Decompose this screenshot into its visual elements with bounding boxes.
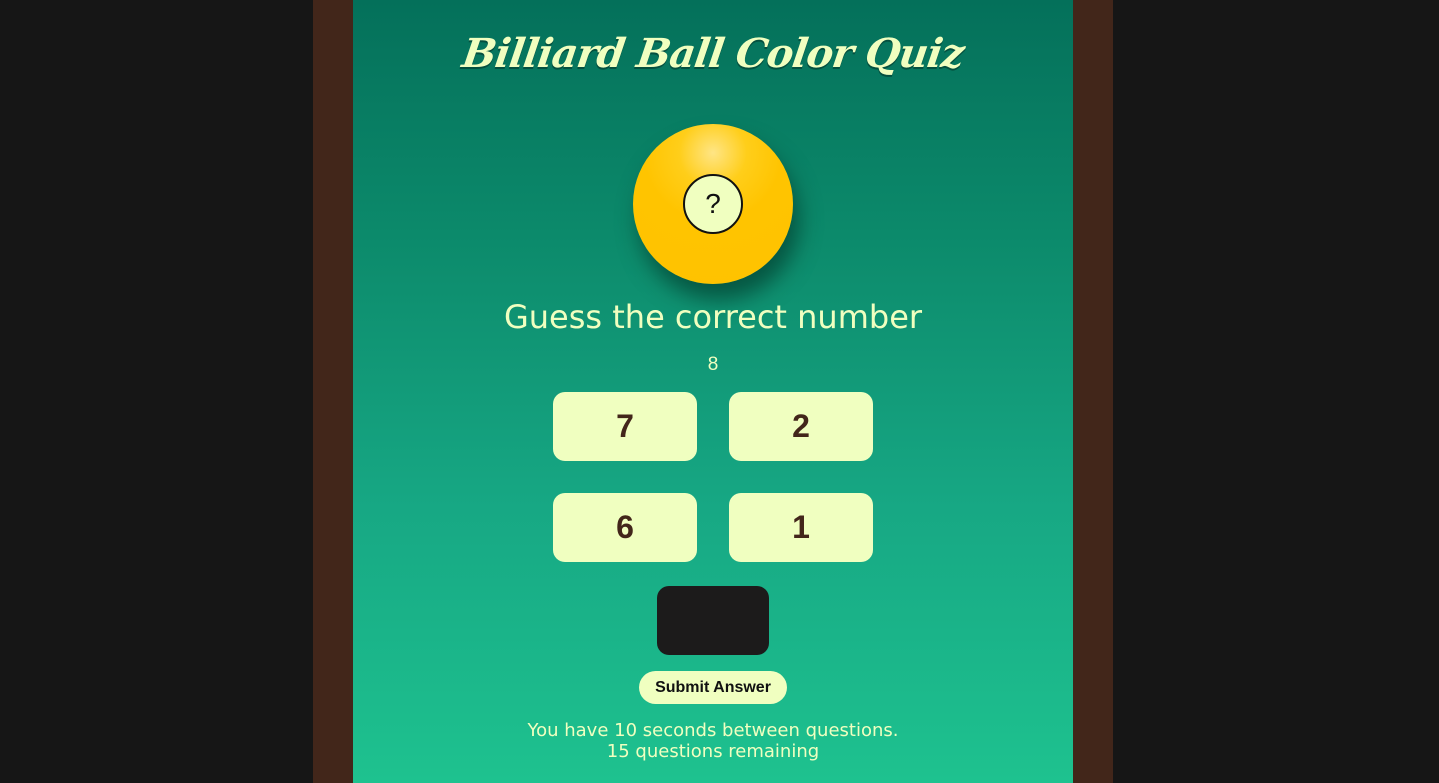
- choice-button-2[interactable]: 2: [729, 392, 873, 461]
- answer-box[interactable]: [657, 586, 769, 655]
- submit-answer-button[interactable]: Submit Answer: [639, 671, 787, 704]
- question-prompt: Guess the correct number: [503, 298, 923, 336]
- timer-text: You have 10 seconds between questions.: [527, 720, 899, 741]
- table-frame: Billiard Ball Color Quiz ? Guess the cor…: [313, 0, 1113, 783]
- choice-button-4[interactable]: 1: [729, 493, 873, 562]
- displayed-value: 8: [707, 354, 719, 375]
- quiz-title: Billiard Ball Color Quiz: [459, 30, 967, 77]
- remaining-text: 15 questions remaining: [606, 741, 820, 762]
- choice-button-3[interactable]: 6: [553, 493, 697, 562]
- ball-number-circle: ?: [683, 174, 743, 234]
- quiz-panel: Billiard Ball Color Quiz ? Guess the cor…: [353, 0, 1073, 783]
- billiard-ball: ?: [633, 124, 793, 284]
- choice-button-1[interactable]: 7: [553, 392, 697, 461]
- ball-question-mark: ?: [705, 188, 721, 219]
- quiz-info: You have 10 seconds between questions. 1…: [353, 720, 1073, 762]
